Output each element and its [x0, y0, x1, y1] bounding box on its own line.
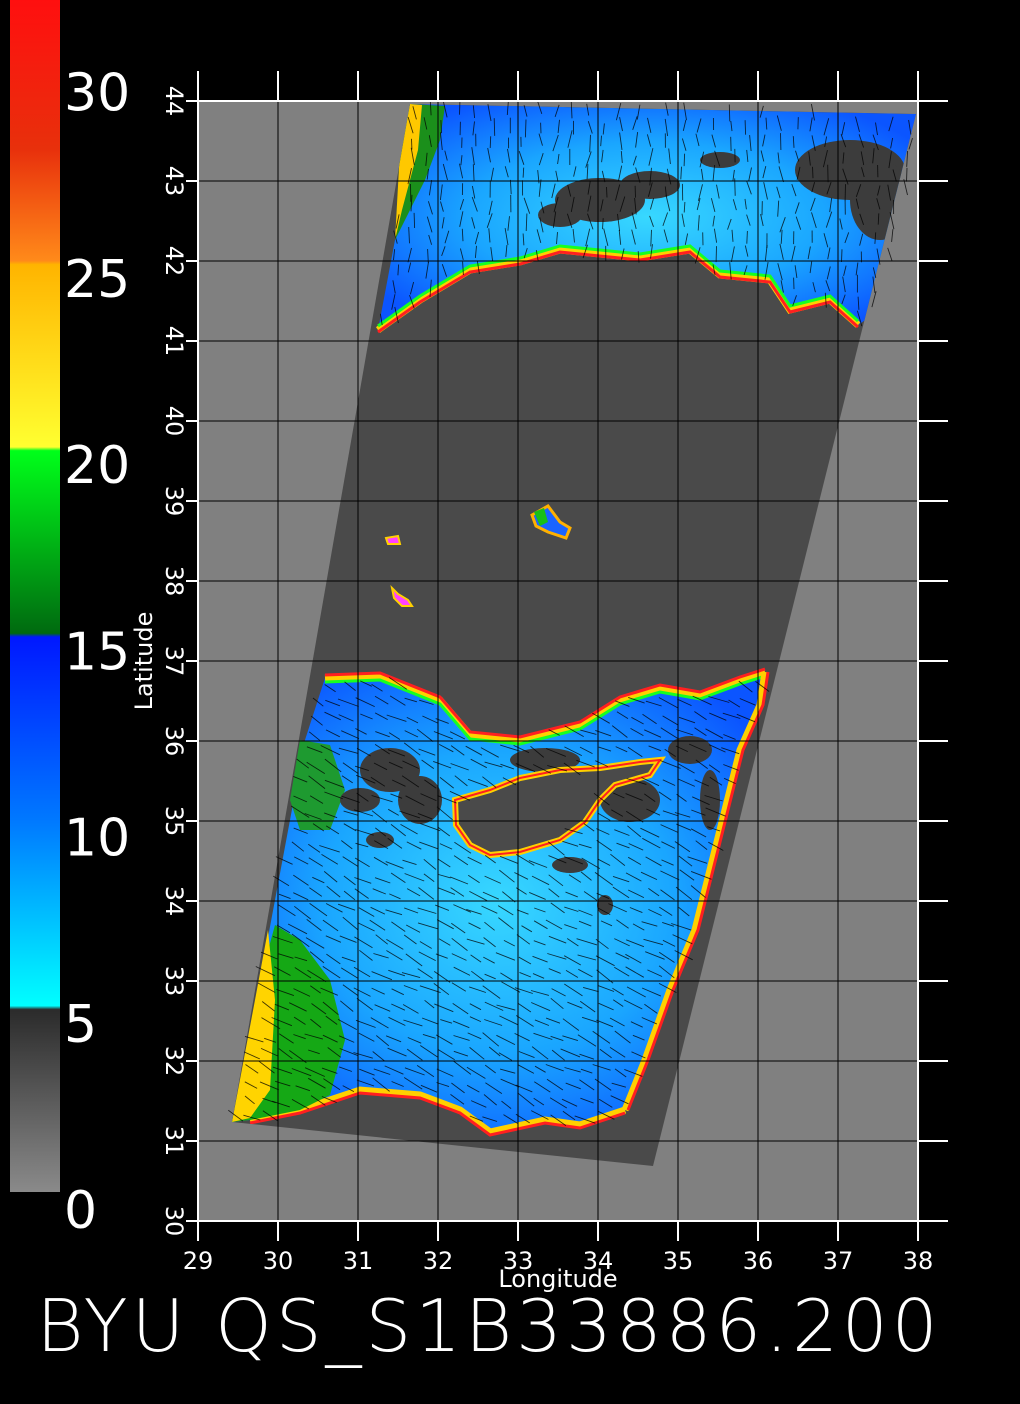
- x-tick-label: 29: [183, 1247, 214, 1275]
- wind-vector: [684, 154, 685, 166]
- wind-vector: [607, 187, 608, 198]
- y-tick-label: 34: [160, 886, 188, 917]
- colorbar-label: 25: [64, 250, 130, 310]
- y-tick-label: 30: [160, 1206, 188, 1237]
- wind-speed-colorbar: 30 25 20 15 10 5 0: [10, 0, 130, 1241]
- y-tick-label: 43: [160, 166, 188, 197]
- colorbar-label: 15: [64, 622, 130, 682]
- scatterometer-wind-map: 30 25 20 15 10 5 0: [0, 0, 1020, 1400]
- y-tick-label: 32: [160, 1046, 188, 1077]
- y-tick-label: 42: [160, 246, 188, 277]
- x-tick-label: 36: [743, 1247, 774, 1275]
- colorbar-label: 0: [64, 1181, 97, 1241]
- colorbar-label: 10: [64, 809, 130, 869]
- y-tick-label: 33: [160, 966, 188, 997]
- y-tick-label: 38: [160, 566, 188, 597]
- wind-vector: [813, 167, 814, 178]
- footer-filename: E BYU QS_S1B33886.200: [0, 1284, 1020, 1384]
- colorbar-label: 30: [64, 64, 130, 124]
- y-tick-label: 31: [160, 1126, 188, 1157]
- y-tick-label: 41: [160, 326, 188, 357]
- x-tick-label: 37: [823, 1247, 854, 1275]
- y-tick-label: 36: [160, 726, 188, 757]
- wind-vector: [523, 168, 524, 178]
- x-tick-label: 32: [423, 1247, 454, 1275]
- wind-vector: [441, 120, 442, 133]
- wind-vector: [525, 120, 526, 138]
- y-tick-label: 39: [160, 486, 188, 517]
- wind-vector: [414, 213, 415, 228]
- wind-vector: [490, 136, 491, 148]
- wind-vector: [878, 213, 879, 224]
- wind-vector: [747, 231, 748, 244]
- y-axis-title: Latitude: [130, 612, 158, 711]
- y-tick-label: 44: [160, 86, 188, 117]
- wind-vector: [494, 118, 495, 136]
- colorbar-label: 20: [64, 436, 130, 496]
- wind-vector: [907, 168, 908, 182]
- x-tick-label: 30: [263, 1247, 294, 1275]
- y-tick-label: 40: [160, 406, 188, 437]
- wind-speed-map-canvas: 30 25 20 15 10 5 0: [0, 0, 1020, 1400]
- colorbar-label: 5: [64, 995, 97, 1055]
- x-tick-label: 38: [903, 1247, 934, 1275]
- y-tick-label: 35: [160, 806, 188, 837]
- x-tick-label: 35: [663, 1247, 694, 1275]
- y-tick-label: 37: [160, 646, 188, 677]
- wind-vector: [729, 105, 730, 122]
- x-tick-label: 31: [343, 1247, 374, 1275]
- wind-vector: [842, 249, 843, 262]
- colorbar-gradient: [10, 0, 60, 1192]
- wind-vector: [745, 120, 746, 135]
